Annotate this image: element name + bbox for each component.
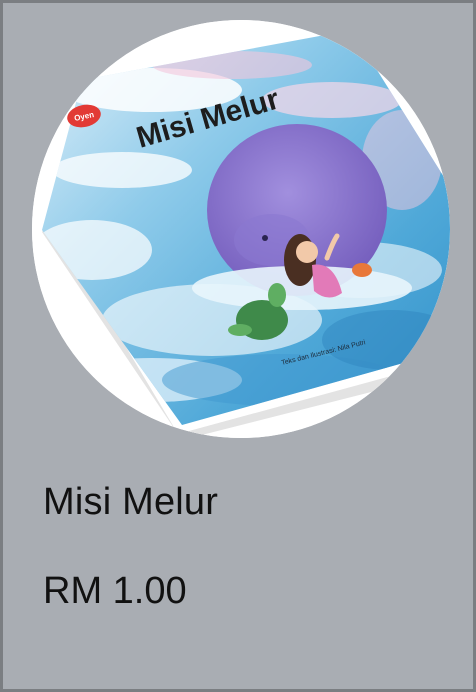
book-cover-illustration: Oyen Misi Melur Teks dan Ilustrasi: Nila… <box>32 20 450 438</box>
product-card[interactable]: Oyen Misi Melur Teks dan Ilustrasi: Nila… <box>0 0 476 692</box>
product-image[interactable]: Oyen Misi Melur Teks dan Ilustrasi: Nila… <box>32 20 450 438</box>
product-price: RM 1.00 <box>43 570 187 612</box>
product-title[interactable]: Misi Melur <box>43 481 218 524</box>
